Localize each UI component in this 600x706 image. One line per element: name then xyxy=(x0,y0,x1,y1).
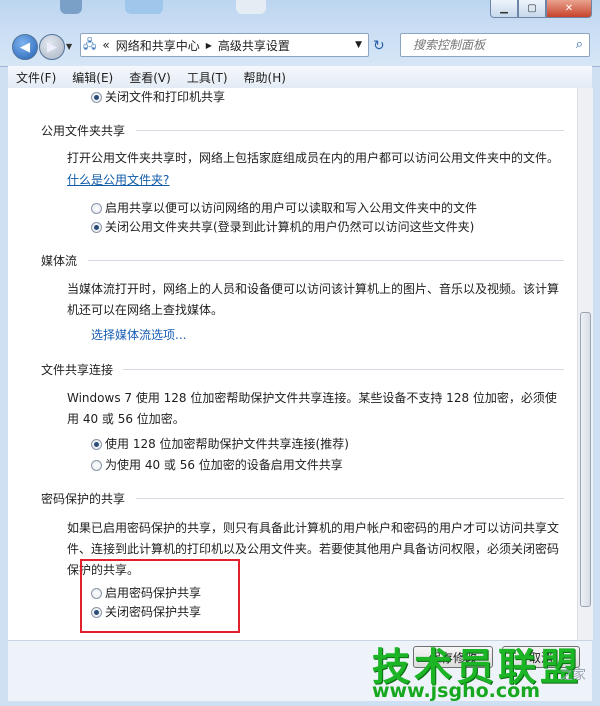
menu-edit[interactable]: 编辑(E) xyxy=(64,69,121,86)
forward-button[interactable]: ▶ xyxy=(39,34,65,60)
maximize-button[interactable]: ▢ xyxy=(518,0,546,18)
option-40-56-bit-encryption[interactable]: 为使用 40 或 56 位加密的设备启用文件共享 xyxy=(91,456,343,473)
section-divider xyxy=(123,369,564,370)
settings-content: 关闭文件和打印机共享 公用文件夹共享 打开公用文件夹共享时，网络上包括家庭组成员… xyxy=(8,88,577,640)
public-folder-help-link[interactable]: 什么是公用文件夹? xyxy=(67,171,169,188)
taskbar-thumbnail xyxy=(236,0,266,14)
radio-selected-icon[interactable] xyxy=(91,222,102,233)
arrow-right-icon: ▶ xyxy=(47,39,57,55)
taskbar-thumbnail xyxy=(125,0,163,14)
refresh-icon[interactable]: ↻ xyxy=(373,38,385,54)
back-button[interactable]: ◀ xyxy=(12,34,38,60)
menu-bar: 文件(F) 编辑(E) 查看(V) 工具(T) 帮助(H) xyxy=(8,66,592,89)
section-title-public-folder: 公用文件夹共享 xyxy=(41,124,126,138)
watermark-side-text: 之家 xyxy=(560,668,587,683)
option-enable-public-folder-sharing[interactable]: 启用共享以便可以访问网络的用户可以读取和写入公用文件夹中的文件 xyxy=(91,199,477,216)
section-divider xyxy=(136,130,564,131)
option-disable-file-printer-sharing[interactable]: 关闭文件和打印机共享 xyxy=(91,88,225,105)
vertical-scrollbar[interactable] xyxy=(577,88,593,640)
file-sharing-description: Windows 7 使用 128 位加密帮助保护文件共享连接。某些设备不支持 1… xyxy=(67,391,557,426)
menu-tools[interactable]: 工具(T) xyxy=(179,69,236,86)
watermark-url: www.jsgho.com xyxy=(372,680,540,702)
radio-unselected-icon[interactable] xyxy=(91,460,102,471)
radio-selected-icon[interactable] xyxy=(91,439,102,450)
section-title-file-sharing: 文件共享连接 xyxy=(41,363,114,377)
arrow-left-icon: ◀ xyxy=(20,39,30,55)
section-divider xyxy=(136,498,564,499)
section-divider xyxy=(88,260,564,261)
menu-file[interactable]: 文件(F) xyxy=(8,69,64,86)
menu-help[interactable]: 帮助(H) xyxy=(236,69,294,86)
window-controls: ▁ ▢ ✕ xyxy=(490,0,592,18)
radio-selected-icon[interactable] xyxy=(91,92,102,103)
breadcrumb-network-center[interactable]: 网络和共享中心 xyxy=(116,37,200,54)
search-icon[interactable]: ⌕ xyxy=(576,37,583,52)
annotation-highlight-box xyxy=(80,559,240,633)
address-bar[interactable]: 🖧 « 网络和共享中心 ▶ 高级共享设置 ▼ xyxy=(80,33,369,57)
menu-view[interactable]: 查看(V) xyxy=(121,69,179,86)
media-description: 当媒体流打开时，网络上的人员和设备便可以访问该计算机上的图片、音乐以及视频。该计… xyxy=(67,282,560,317)
option-128-bit-encryption[interactable]: 使用 128 位加密帮助保护文件共享连接(推荐) xyxy=(91,435,349,452)
section-title-media-streaming: 媒体流 xyxy=(41,254,78,268)
media-streaming-options-link[interactable]: 选择媒体流选项... xyxy=(91,326,186,343)
option-disable-public-folder-sharing[interactable]: 关闭公用文件夹共享(登录到此计算机的用户仍然可以访问这些文件夹) xyxy=(91,218,474,235)
minimize-button[interactable]: ▁ xyxy=(490,0,518,18)
breadcrumb-separator-icon: ▶ xyxy=(205,40,212,50)
breadcrumb-advanced-sharing[interactable]: 高级共享设置 xyxy=(218,37,290,54)
close-button[interactable]: ✕ xyxy=(546,0,592,18)
radio-unselected-icon[interactable] xyxy=(91,203,102,214)
taskbar-thumbnail xyxy=(60,0,82,14)
section-title-password-sharing: 密码保护的共享 xyxy=(41,492,126,506)
breadcrumb-prefix[interactable]: « xyxy=(102,38,109,52)
search-input[interactable] xyxy=(411,37,565,53)
address-dropdown-icon[interactable]: ▼ xyxy=(355,40,362,50)
network-icon: 🖧 xyxy=(83,36,97,51)
public-folder-description: 打开公用文件夹共享时，网络上包括家庭组成员在内的用户都可以访问公用文件夹中的文件… xyxy=(67,151,560,165)
scrollbar-thumb[interactable] xyxy=(580,312,591,607)
recent-pages-dropdown[interactable]: ▼ xyxy=(66,42,72,51)
search-box[interactable]: ⌕ xyxy=(400,33,590,57)
